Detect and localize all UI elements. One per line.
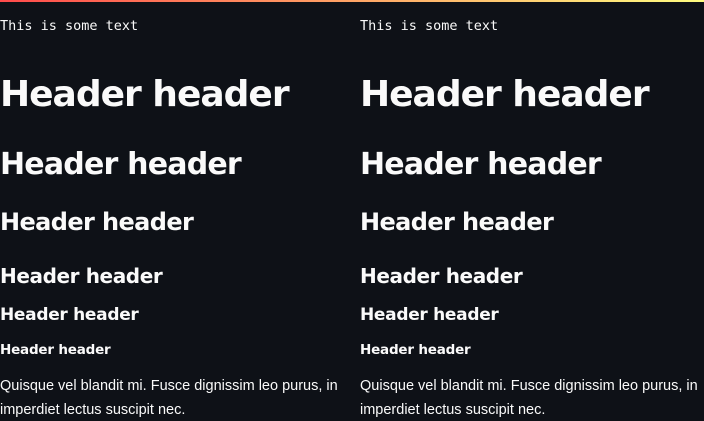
app-root: This is some text Header header Header h… [0, 0, 704, 421]
header-h5: Header header [360, 305, 499, 325]
right-column: This is some text Header header Header h… [360, 0, 700, 421]
header-h5: Header header [0, 305, 139, 325]
code-text: This is some text [0, 18, 139, 34]
header-h2: Header header [0, 147, 242, 182]
header-h6: Header header [0, 342, 111, 358]
header-h4: Header header [360, 264, 523, 288]
header-h2: Header header [360, 147, 602, 182]
left-column: This is some text Header header Header h… [0, 0, 340, 421]
body-paragraph: Quisque vel blandit mi. Fusce dignissim … [360, 378, 698, 418]
header-h3: Header header [0, 208, 194, 236]
header-h6: Header header [360, 342, 471, 358]
header-h1: Header header [0, 74, 290, 115]
header-h3: Header header [360, 208, 554, 236]
body-paragraph: Quisque vel blandit mi. Fusce dignissim … [0, 378, 338, 418]
header-h1: Header header [360, 74, 650, 115]
code-text: This is some text [360, 18, 499, 34]
header-h4: Header header [0, 264, 163, 288]
